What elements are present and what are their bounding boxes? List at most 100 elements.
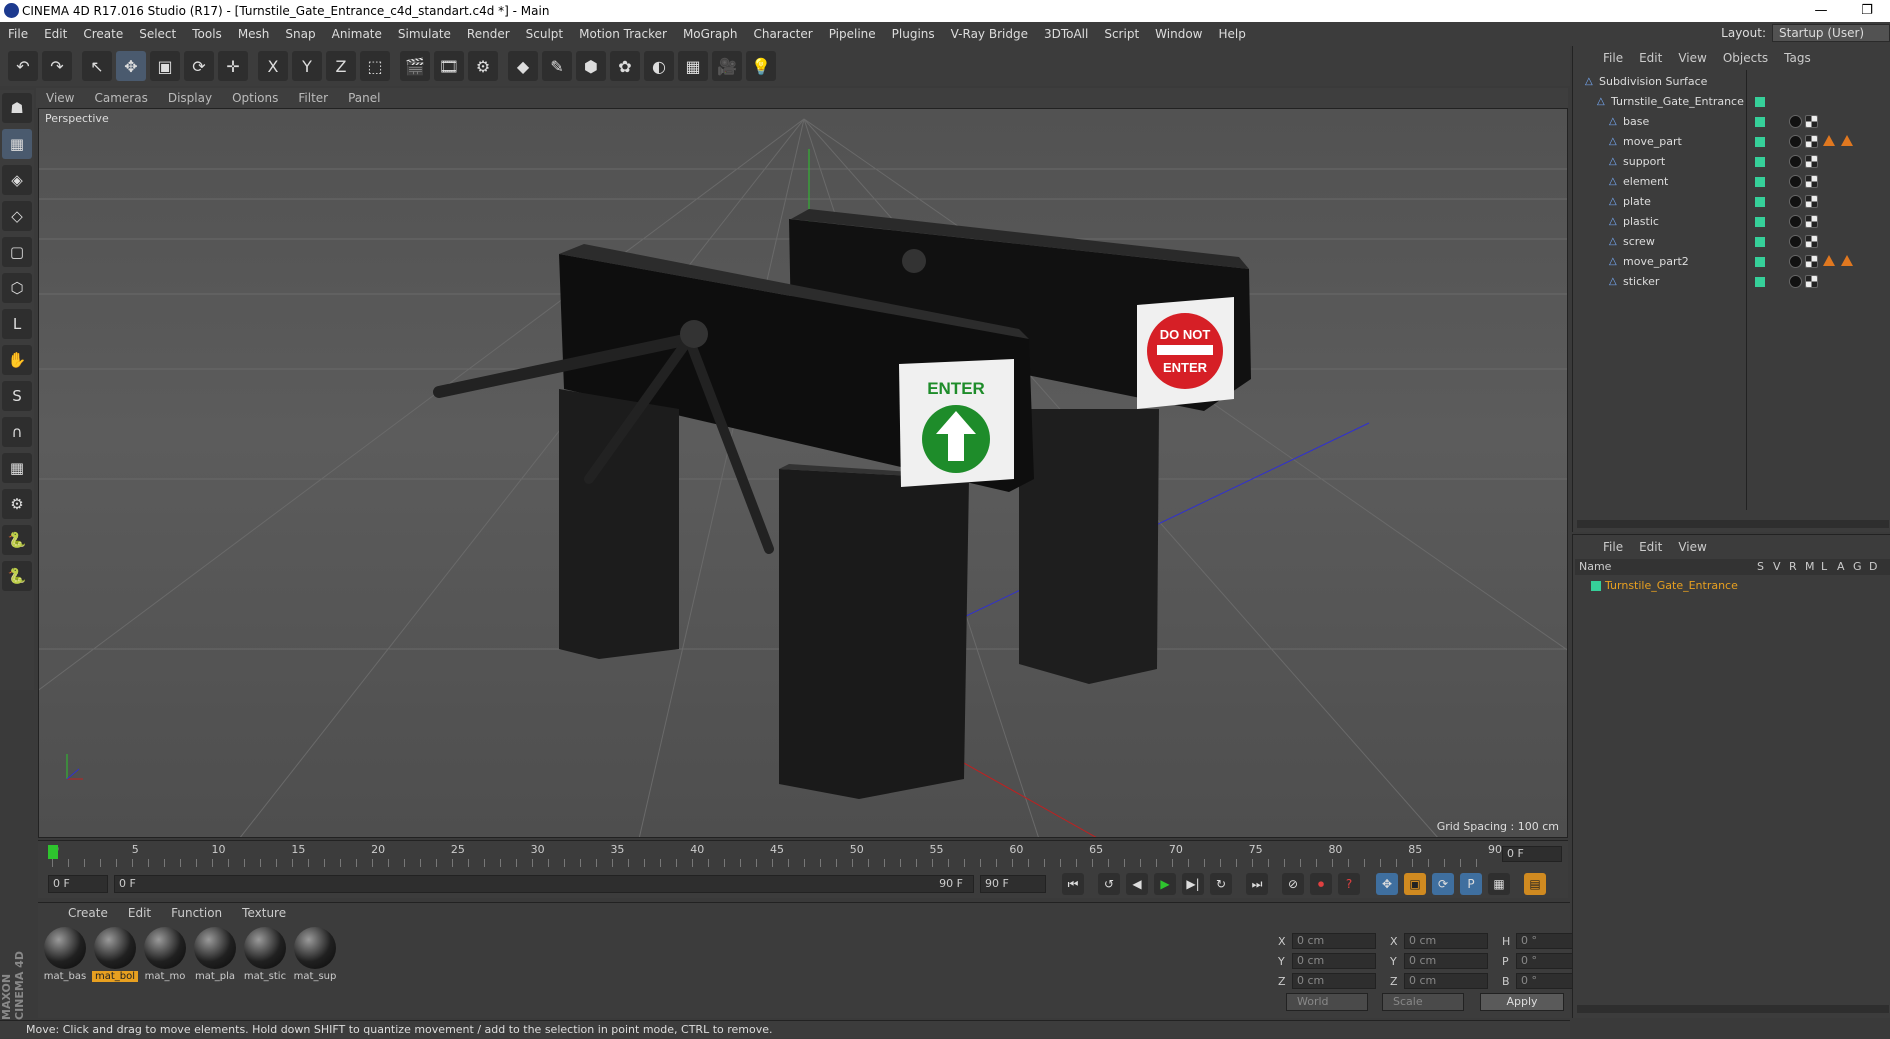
menu-window[interactable]: Window — [1147, 27, 1210, 41]
edit-render-settings-icon[interactable]: ⚙ — [468, 51, 498, 81]
object-row[interactable]: △ element — [1573, 172, 1890, 192]
go-to-start-button[interactable]: ⏮ — [1062, 873, 1084, 895]
material-tag-icon[interactable] — [1789, 215, 1802, 228]
left-tool-5-icon[interactable]: ⬡ — [2, 273, 32, 303]
x-axis-icon[interactable]: X — [258, 51, 288, 81]
position-field[interactable]: 0 cm — [1292, 953, 1376, 969]
object-row[interactable]: △ move_part2 — [1573, 252, 1890, 272]
position-field[interactable]: 0 cm — [1292, 973, 1376, 989]
start-frame-field[interactable]: 0 F — [48, 875, 108, 893]
visibility-dot[interactable] — [1755, 237, 1765, 247]
viewport-menu-filter[interactable]: Filter — [288, 91, 338, 105]
warning-tag-icon[interactable] — [1823, 135, 1835, 146]
camera-icon[interactable]: 🎥 — [712, 51, 742, 81]
object-row[interactable]: △ plastic — [1573, 212, 1890, 232]
key-rotation-button[interactable]: ⟳ — [1432, 873, 1454, 895]
viewport-menu-options[interactable]: Options — [222, 91, 288, 105]
current-frame-marker[interactable] — [48, 845, 58, 859]
array-icon[interactable]: ✿ — [610, 51, 640, 81]
menu-sculpt[interactable]: Sculpt — [518, 27, 571, 41]
texture-tag-icon[interactable] — [1805, 235, 1818, 248]
left-tool-3-icon[interactable]: ◇ — [2, 201, 32, 231]
texture-tag-icon[interactable] — [1805, 275, 1818, 288]
object-menu-view[interactable]: View — [1670, 51, 1714, 65]
left-tool-4-icon[interactable]: ▢ — [2, 237, 32, 267]
viewport-menu-cameras[interactable]: Cameras — [84, 91, 157, 105]
menu-character[interactable]: Character — [745, 27, 820, 41]
visibility-dot[interactable] — [1755, 157, 1765, 167]
select-arrow-icon[interactable]: ↖ — [82, 51, 112, 81]
menu-render[interactable]: Render — [459, 27, 518, 41]
prev-key-button[interactable]: ↺ — [1098, 873, 1120, 895]
undo-icon[interactable]: ↶ — [8, 51, 38, 81]
redo-icon[interactable]: ↷ — [42, 51, 72, 81]
left-tool-8-icon[interactable]: S — [2, 381, 32, 411]
material-tag-icon[interactable] — [1789, 235, 1802, 248]
timeline-window-button[interactable]: ▤ — [1524, 873, 1546, 895]
end-frame-field[interactable]: 90 F — [980, 875, 1046, 893]
menu-snap[interactable]: Snap — [277, 27, 323, 41]
left-tool-10-icon[interactable]: ▦ — [2, 453, 32, 483]
material-swatch[interactable]: mat_bol — [92, 927, 138, 982]
material-menu-edit[interactable]: Edit — [118, 906, 161, 920]
menu-select[interactable]: Select — [131, 27, 184, 41]
object-menu-objects[interactable]: Objects — [1715, 51, 1776, 65]
object-row[interactable]: △ screw — [1573, 232, 1890, 252]
menu-animate[interactable]: Animate — [324, 27, 390, 41]
menu-mesh[interactable]: Mesh — [230, 27, 278, 41]
material-preview-ball[interactable] — [94, 927, 136, 969]
frame-range-slider[interactable]: 0 F 90 F — [114, 875, 974, 893]
visibility-dot[interactable] — [1755, 177, 1765, 187]
visibility-dot[interactable] — [1755, 97, 1765, 107]
deformer-icon[interactable]: ◐ — [644, 51, 674, 81]
object-row[interactable]: △ Subdivision Surface — [1573, 72, 1890, 92]
go-to-end-button[interactable]: ⏭ — [1246, 873, 1268, 895]
material-tag-icon[interactable] — [1789, 275, 1802, 288]
material-tag-icon[interactable] — [1789, 175, 1802, 188]
object-hscrollbar[interactable] — [1577, 520, 1889, 528]
maximize-button[interactable]: ❐ — [1844, 0, 1890, 22]
left-tool-2-icon[interactable]: ◈ — [2, 165, 32, 195]
warning-tag-icon[interactable] — [1841, 255, 1853, 266]
cube-icon[interactable]: ◆ — [508, 51, 538, 81]
menu-v-ray-bridge[interactable]: V-Ray Bridge — [943, 27, 1036, 41]
object-row[interactable]: △ plate — [1573, 192, 1890, 212]
viewport-perspective[interactable]: ENTER DO NOT ENTER Perspective Grid Spac… — [38, 108, 1568, 838]
visibility-dot[interactable] — [1755, 277, 1765, 287]
material-tag-icon[interactable] — [1789, 155, 1802, 168]
material-preview-ball[interactable] — [194, 927, 236, 969]
coordinate-system-icon[interactable]: ⬚ — [360, 51, 390, 81]
menu-pipeline[interactable]: Pipeline — [821, 27, 884, 41]
object-row[interactable]: △ sticker — [1573, 272, 1890, 292]
material-preview-ball[interactable] — [44, 927, 86, 969]
object-menu-file[interactable]: File — [1595, 51, 1631, 65]
rotate-icon[interactable]: ⟳ — [184, 51, 214, 81]
attribute-hscrollbar[interactable] — [1577, 1005, 1889, 1013]
material-swatch[interactable]: mat_sup — [292, 927, 338, 982]
menu-help[interactable]: Help — [1210, 27, 1253, 41]
key-param-button[interactable]: P — [1460, 873, 1482, 895]
subdivision-icon[interactable]: ⬢ — [576, 51, 606, 81]
left-tool-13-icon[interactable]: 🐍 — [2, 561, 32, 591]
menu-3dtoall[interactable]: 3DToAll — [1036, 27, 1096, 41]
material-swatch[interactable]: mat_pla — [192, 927, 238, 982]
warning-tag-icon[interactable] — [1841, 135, 1853, 146]
texture-tag-icon[interactable] — [1805, 115, 1818, 128]
object-row[interactable]: △ support — [1573, 152, 1890, 172]
texture-tag-icon[interactable] — [1805, 135, 1818, 148]
left-tool-6-icon[interactable]: L — [2, 309, 32, 339]
position-field[interactable]: 0 cm — [1292, 933, 1376, 949]
material-tag-icon[interactable] — [1789, 255, 1802, 268]
y-axis-icon[interactable]: Y — [292, 51, 322, 81]
apply-button[interactable]: Apply — [1480, 993, 1564, 1011]
next-frame-button[interactable]: ▶| — [1182, 873, 1204, 895]
menu-create[interactable]: Create — [75, 27, 131, 41]
visibility-dot[interactable] — [1755, 197, 1765, 207]
z-axis-icon[interactable]: Z — [326, 51, 356, 81]
left-tool-11-icon[interactable]: ⚙ — [2, 489, 32, 519]
record-button[interactable]: ⏺ — [1310, 873, 1332, 895]
material-swatch[interactable]: mat_mo — [142, 927, 188, 982]
visibility-dot[interactable] — [1755, 137, 1765, 147]
play-button[interactable]: ▶ — [1154, 873, 1176, 895]
texture-tag-icon[interactable] — [1805, 195, 1818, 208]
